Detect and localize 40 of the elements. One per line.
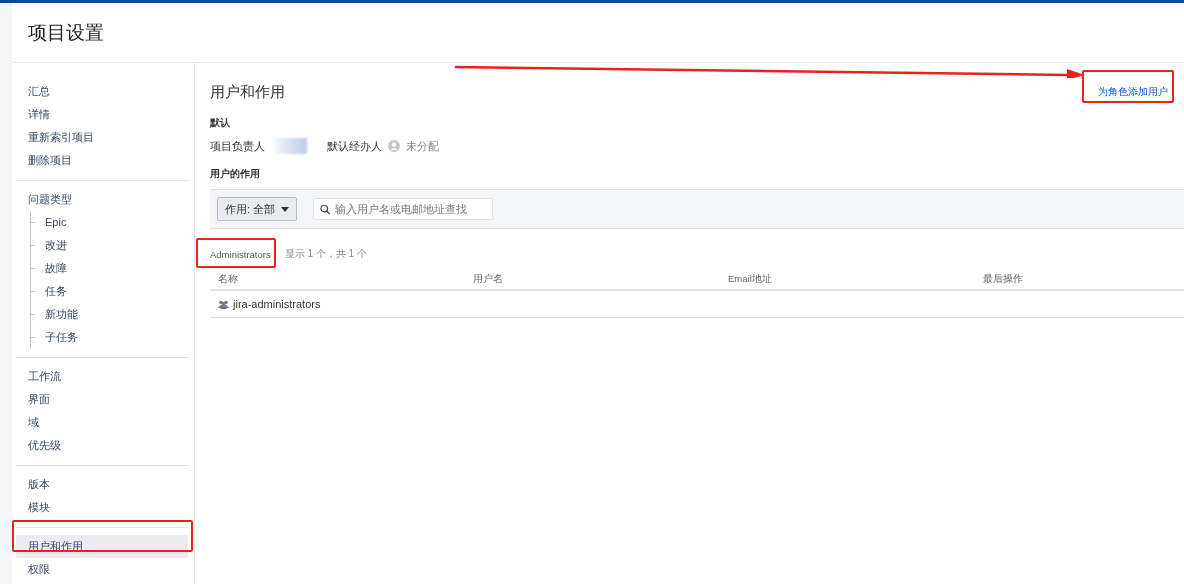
- sidebar-item[interactable]: 删除项目: [16, 149, 188, 172]
- blurred-block: [271, 138, 307, 154]
- assignee-label: 默认经办人: [327, 138, 382, 154]
- column-header: Email地址: [728, 272, 773, 286]
- sidebar-item[interactable]: 域: [16, 411, 188, 434]
- sidebar-item[interactable]: Epic: [35, 211, 79, 234]
- sidebar-item[interactable]: 界面: [16, 388, 188, 411]
- sidebar-item[interactable]: 详情: [16, 103, 188, 126]
- sidebar-item[interactable]: 模块: [16, 496, 188, 519]
- add-users-link[interactable]: 为角色添加用户: [1092, 81, 1174, 103]
- roles-heading: 用户的作用: [210, 168, 261, 181]
- people-icon: [218, 299, 229, 309]
- sidebar-item[interactable]: 改进: [35, 234, 79, 257]
- sidebar-item[interactable]: 故障: [35, 257, 79, 280]
- defaults-heading: 默认: [210, 117, 231, 130]
- sidebar-item[interactable]: 汇总: [16, 80, 188, 103]
- sidebar-item[interactable]: 优先级: [16, 434, 188, 457]
- caret-icon: [281, 206, 290, 212]
- sidebar-item[interactable]: 任务: [35, 280, 79, 303]
- role-name: Administrators: [210, 248, 271, 260]
- column-header: 最后操作: [983, 272, 1024, 286]
- sidebar-item[interactable]: 重新索引项目: [16, 126, 188, 149]
- sidebar-item[interactable]: 权限: [16, 558, 188, 581]
- role-filter-dropdown[interactable]: 作用: 全部: [217, 197, 298, 221]
- section-title: 用户和作用: [210, 82, 285, 102]
- page-title: 项目设置: [28, 20, 104, 45]
- lead-label: 项目负责人: [210, 138, 265, 154]
- search-field[interactable]: 输入用户名或电邮地址查找: [313, 198, 494, 220]
- avatar-icon: [388, 140, 400, 152]
- sidebar-item[interactable]: 新功能: [35, 303, 90, 326]
- column-header: 名称: [218, 272, 239, 286]
- sidebar-item[interactable]: 工作流: [16, 365, 188, 388]
- sidebar-item[interactable]: 子任务: [35, 326, 90, 349]
- search-icon: [320, 203, 331, 215]
- column-header: 用户名: [473, 272, 504, 286]
- sidebar-item[interactable]: 版本: [16, 473, 188, 496]
- table-cell: jira-administrators: [218, 298, 473, 310]
- role-count: 显示 1 个，共 1 个: [284, 247, 367, 261]
- assignee-value: 未分配: [406, 138, 439, 154]
- sidebar-item[interactable]: 问题类型: [16, 188, 188, 211]
